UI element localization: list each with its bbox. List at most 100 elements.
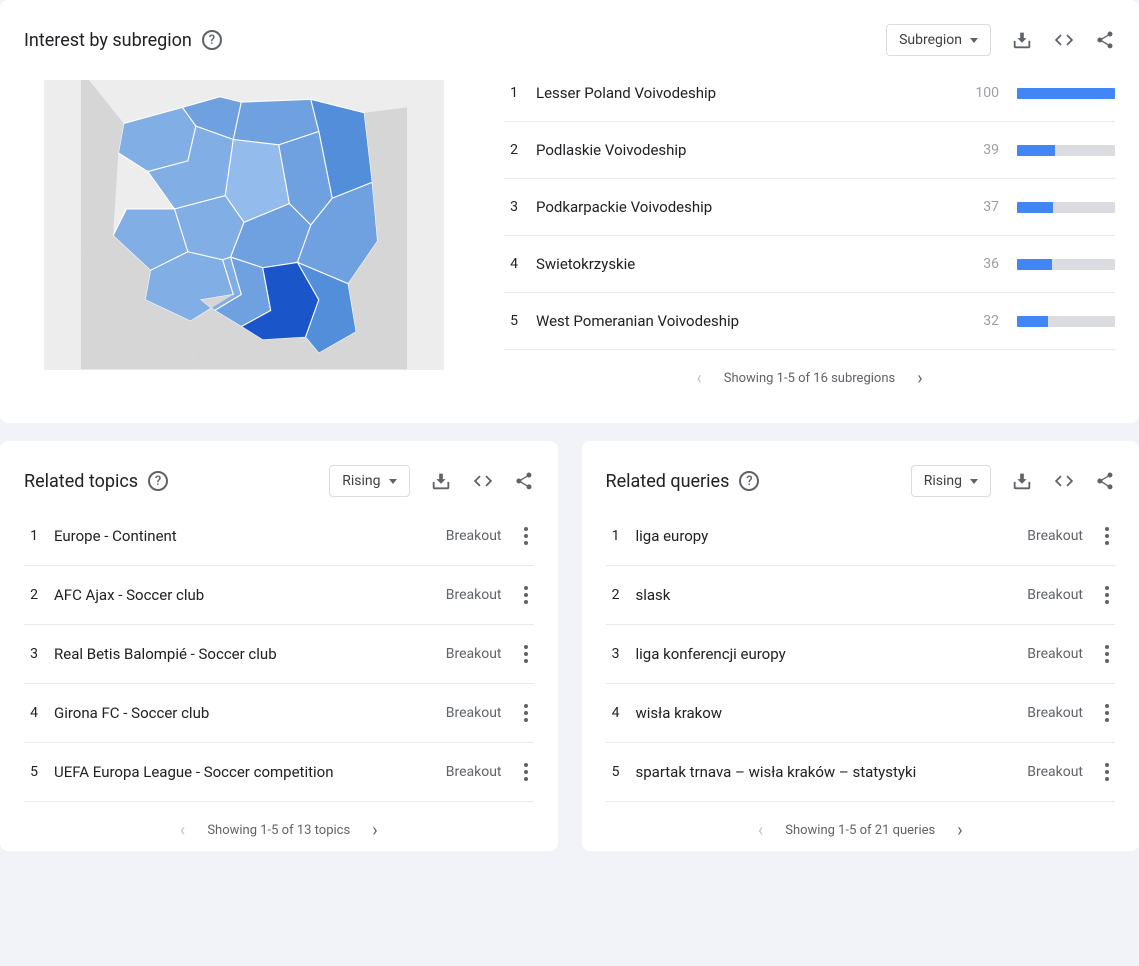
next-page-button[interactable]: › bbox=[368, 816, 381, 845]
query-name: slask bbox=[636, 586, 1012, 604]
share-icon[interactable] bbox=[1095, 30, 1115, 50]
more-icon[interactable] bbox=[518, 645, 534, 663]
poland-map[interactable] bbox=[44, 80, 444, 370]
query-name: spartak trnava – wisła kraków – statysty… bbox=[636, 763, 1012, 781]
region-value: 36 bbox=[965, 256, 999, 272]
status-badge: Breakout bbox=[446, 705, 502, 721]
status-badge: Breakout bbox=[1027, 705, 1083, 721]
rank: 3 bbox=[504, 199, 518, 215]
region-name: Swietokrzyskie bbox=[536, 255, 947, 273]
more-icon[interactable] bbox=[518, 527, 534, 545]
subregion-title: Interest by subregion bbox=[24, 30, 192, 51]
help-icon[interactable]: ? bbox=[739, 471, 759, 491]
share-icon[interactable] bbox=[1095, 471, 1115, 491]
status-badge: Breakout bbox=[446, 528, 502, 544]
prev-page-button[interactable]: ‹ bbox=[176, 816, 189, 845]
subregion-selector-label: Subregion bbox=[899, 32, 962, 48]
bar-fill bbox=[1017, 202, 1053, 213]
list-item[interactable]: 1 Europe - Continent Breakout bbox=[24, 507, 534, 566]
query-name: liga europy bbox=[636, 527, 1012, 545]
prev-page-button[interactable]: ‹ bbox=[754, 816, 767, 845]
table-row[interactable]: 5 West Pomeranian Voivodeship 32 bbox=[504, 293, 1115, 350]
query-name: liga konferencji europy bbox=[636, 645, 1012, 663]
status-badge: Breakout bbox=[1027, 528, 1083, 544]
more-icon[interactable] bbox=[1099, 763, 1115, 781]
list-item[interactable]: 1 liga europy Breakout bbox=[606, 507, 1116, 566]
region-value: 37 bbox=[965, 199, 999, 215]
list-item[interactable]: 3 liga konferencji europy Breakout bbox=[606, 625, 1116, 684]
pager-text: Showing 1-5 of 21 queries bbox=[785, 823, 935, 838]
more-icon[interactable] bbox=[1099, 527, 1115, 545]
table-row[interactable]: 4 Swietokrzyskie 36 bbox=[504, 236, 1115, 293]
share-icon[interactable] bbox=[514, 471, 534, 491]
more-icon[interactable] bbox=[1099, 704, 1115, 722]
rank: 3 bbox=[606, 646, 620, 662]
more-icon[interactable] bbox=[1099, 586, 1115, 604]
rank: 2 bbox=[504, 142, 518, 158]
download-icon[interactable] bbox=[1011, 29, 1033, 51]
rank: 2 bbox=[606, 587, 620, 603]
topics-sort-selector[interactable]: Rising bbox=[329, 465, 409, 497]
download-icon[interactable] bbox=[1011, 470, 1033, 492]
pager-text: Showing 1-5 of 13 topics bbox=[207, 823, 350, 838]
download-icon[interactable] bbox=[430, 470, 452, 492]
more-icon[interactable] bbox=[1099, 645, 1115, 663]
subregion-card: Interest by subregion ? Subregion bbox=[0, 0, 1139, 423]
bar bbox=[1017, 88, 1115, 99]
list-item[interactable]: 5 UEFA Europa League - Soccer competitio… bbox=[24, 743, 534, 802]
rank: 3 bbox=[24, 646, 38, 662]
chevron-down-icon bbox=[970, 479, 978, 484]
region-name: West Pomeranian Voivodeship bbox=[536, 312, 947, 330]
more-icon[interactable] bbox=[518, 763, 534, 781]
status-badge: Breakout bbox=[446, 646, 502, 662]
list-item[interactable]: 5 spartak trnava – wisła kraków – statys… bbox=[606, 743, 1116, 802]
table-row[interactable]: 3 Podkarpackie Voivodeship 37 bbox=[504, 179, 1115, 236]
topics-title: Related topics bbox=[24, 471, 138, 492]
bar-fill bbox=[1017, 88, 1115, 99]
topic-name: Real Betis Balompié - Soccer club bbox=[54, 645, 430, 663]
prev-page-button[interactable]: ‹ bbox=[692, 364, 705, 393]
queries-list: 1 liga europy Breakout 2 slask Breakout … bbox=[582, 497, 1139, 851]
topic-name: Europe - Continent bbox=[54, 527, 430, 545]
next-page-button[interactable]: › bbox=[913, 364, 926, 393]
region-name: Podkarpackie Voivodeship bbox=[536, 198, 947, 216]
region-value: 39 bbox=[965, 142, 999, 158]
status-badge: Breakout bbox=[1027, 764, 1083, 780]
rank: 5 bbox=[24, 764, 38, 780]
chevron-down-icon bbox=[970, 38, 978, 43]
rank: 5 bbox=[504, 313, 518, 329]
list-item[interactable]: 2 slask Breakout bbox=[606, 566, 1116, 625]
embed-icon[interactable] bbox=[472, 470, 494, 492]
subregion-selector[interactable]: Subregion bbox=[886, 24, 991, 56]
queries-sort-label: Rising bbox=[924, 473, 962, 489]
queries-sort-selector[interactable]: Rising bbox=[911, 465, 991, 497]
topic-name: Girona FC - Soccer club bbox=[54, 704, 430, 722]
more-icon[interactable] bbox=[518, 704, 534, 722]
bar bbox=[1017, 316, 1115, 327]
topic-name: UEFA Europa League - Soccer competition bbox=[54, 763, 430, 781]
list-item[interactable]: 4 Girona FC - Soccer club Breakout bbox=[24, 684, 534, 743]
embed-icon[interactable] bbox=[1053, 470, 1075, 492]
rank: 1 bbox=[24, 528, 38, 544]
bar-fill bbox=[1017, 259, 1052, 270]
topics-sort-label: Rising bbox=[342, 473, 380, 489]
region-value: 32 bbox=[965, 313, 999, 329]
table-row[interactable]: 2 Podlaskie Voivodeship 39 bbox=[504, 122, 1115, 179]
region-name: Lesser Poland Voivodeship bbox=[536, 84, 947, 102]
next-page-button[interactable]: › bbox=[953, 816, 966, 845]
list-item[interactable]: 2 AFC Ajax - Soccer club Breakout bbox=[24, 566, 534, 625]
queries-title: Related queries bbox=[606, 471, 730, 492]
rank: 1 bbox=[504, 85, 518, 101]
embed-icon[interactable] bbox=[1053, 29, 1075, 51]
help-icon[interactable]: ? bbox=[202, 30, 222, 50]
status-badge: Breakout bbox=[446, 764, 502, 780]
help-icon[interactable]: ? bbox=[148, 471, 168, 491]
map-container bbox=[24, 80, 464, 399]
related-queries-card: Related queries ? Rising 1 liga europy B… bbox=[582, 441, 1139, 851]
topics-list: 1 Europe - Continent Breakout 2 AFC Ajax… bbox=[0, 497, 558, 851]
list-item[interactable]: 4 wisła krakow Breakout bbox=[606, 684, 1116, 743]
table-row[interactable]: 1 Lesser Poland Voivodeship 100 bbox=[504, 80, 1115, 122]
more-icon[interactable] bbox=[518, 586, 534, 604]
list-item[interactable]: 3 Real Betis Balompié - Soccer club Brea… bbox=[24, 625, 534, 684]
status-badge: Breakout bbox=[1027, 587, 1083, 603]
